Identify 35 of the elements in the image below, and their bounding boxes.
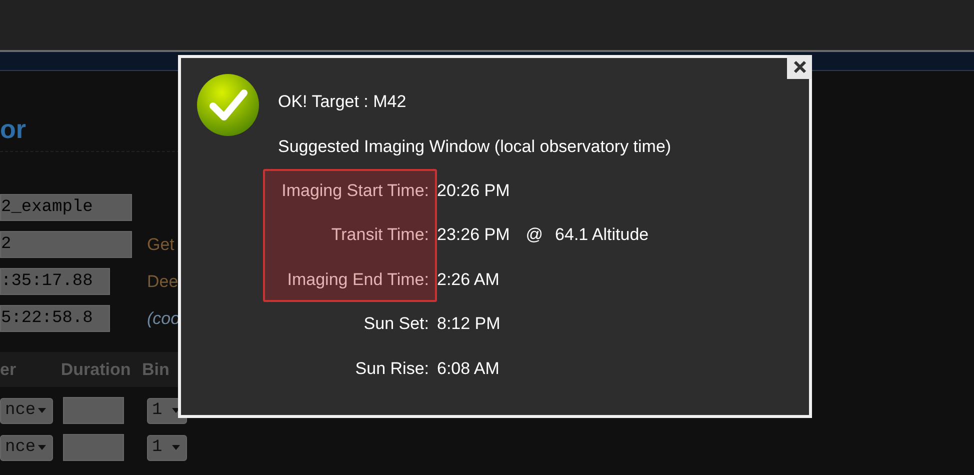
- column-header: Duration: [60, 360, 132, 380]
- close-button[interactable]: [787, 55, 812, 79]
- caret-icon: [172, 445, 180, 450]
- filter-select[interactable]: nce: [0, 434, 53, 460]
- dialog-title: OK! Target : M42: [278, 92, 406, 112]
- time-value: 8:12 PM: [437, 314, 500, 335]
- caret-icon: [38, 445, 46, 450]
- page-heading: or: [0, 113, 27, 145]
- time-value: 20:26 PM: [437, 180, 510, 202]
- at-sign: @: [526, 225, 544, 246]
- time-label: Imaging Start Time:: [280, 180, 430, 202]
- filter-select[interactable]: nce: [0, 398, 53, 424]
- input-field[interactable]: 2: [0, 231, 132, 258]
- time-label: Sun Rise:: [354, 358, 430, 380]
- check-icon: [196, 73, 260, 137]
- input-field[interactable]: 5:22:58.8: [0, 305, 110, 332]
- time-label: Imaging End Time:: [286, 268, 430, 290]
- input-field[interactable]: 2_example: [0, 194, 132, 221]
- field-note: Get: [147, 234, 174, 254]
- input-field[interactable]: :35:17.88: [0, 268, 110, 295]
- time-label: Sun Set:: [362, 313, 430, 335]
- dialog-subtitle: Suggested Imaging Window (local observatory time): [278, 136, 672, 156]
- time-label: Transit Time:: [330, 224, 430, 246]
- binning-select[interactable]: 1: [147, 434, 187, 460]
- field-note: Dee: [147, 272, 178, 292]
- caret-icon: [38, 408, 46, 413]
- altitude-value: 64.1 Altitude: [555, 225, 649, 246]
- duration-field[interactable]: [63, 434, 124, 461]
- column-header: er: [0, 360, 18, 380]
- time-value: 6:08 AM: [437, 358, 500, 380]
- time-value: 2:26 AM: [437, 270, 500, 290]
- column-header: Bin: [142, 360, 170, 380]
- close-icon: [792, 60, 806, 74]
- time-value: 23:26 PM: [437, 225, 510, 246]
- duration-field[interactable]: [63, 397, 124, 424]
